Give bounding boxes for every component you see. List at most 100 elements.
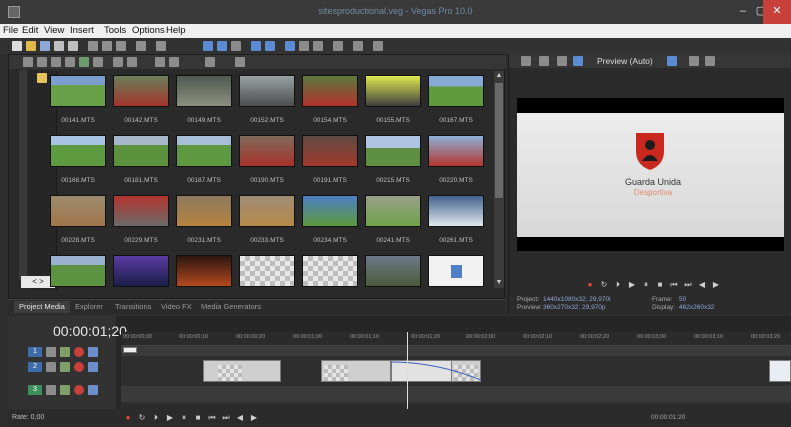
solo-icon[interactable] bbox=[88, 347, 98, 357]
menu-file[interactable]: File bbox=[3, 25, 18, 36]
play-icon[interactable] bbox=[155, 57, 165, 67]
timeline-clip[interactable] bbox=[769, 360, 791, 382]
stop-icon[interactable] bbox=[169, 57, 179, 67]
selection-tool-icon[interactable] bbox=[231, 41, 241, 51]
clip-thumbnail[interactable] bbox=[365, 195, 421, 227]
overlays-icon[interactable] bbox=[667, 56, 677, 66]
help-icon[interactable] bbox=[373, 41, 383, 51]
timeline-clip[interactable] bbox=[123, 347, 137, 353]
paste-icon[interactable] bbox=[116, 41, 126, 51]
clip-thumbnail[interactable] bbox=[239, 135, 295, 167]
record-icon[interactable]: ● bbox=[585, 280, 595, 290]
split-screen-icon[interactable] bbox=[557, 56, 567, 66]
media-sidebar-grip[interactable] bbox=[19, 70, 27, 280]
next-frame-icon[interactable]: ▶ bbox=[249, 413, 259, 423]
get-media-icon[interactable] bbox=[51, 57, 61, 67]
media-properties-icon[interactable] bbox=[93, 57, 103, 67]
fade-envelope[interactable] bbox=[391, 360, 481, 382]
clip-thumbnail[interactable] bbox=[176, 135, 232, 167]
envelope-tool-icon[interactable] bbox=[217, 41, 227, 51]
menu-tools[interactable]: Tools bbox=[104, 25, 126, 36]
clip-thumbnail[interactable] bbox=[113, 135, 169, 167]
pause-icon[interactable]: ⏸ bbox=[179, 413, 189, 423]
clip-thumbnail[interactable] bbox=[176, 195, 232, 227]
go-to-start-icon[interactable]: ⏮ bbox=[207, 413, 217, 423]
normal-edit-tool-icon[interactable] bbox=[203, 41, 213, 51]
new-project-icon[interactable] bbox=[12, 41, 22, 51]
import-media-icon[interactable] bbox=[23, 57, 33, 67]
preview-quality-icon[interactable] bbox=[573, 56, 583, 66]
track-motion-icon[interactable] bbox=[60, 347, 70, 357]
clip-thumbnail[interactable] bbox=[428, 135, 484, 167]
record-icon[interactable]: ● bbox=[123, 413, 133, 423]
undo-icon[interactable] bbox=[136, 41, 146, 51]
open-icon[interactable] bbox=[26, 41, 36, 51]
properties-icon[interactable] bbox=[353, 41, 363, 51]
zoom-tool-icon[interactable] bbox=[251, 41, 261, 51]
clip-thumbnail[interactable] bbox=[365, 75, 421, 107]
video-lane-1[interactable] bbox=[121, 346, 791, 356]
clip-thumbnail[interactable] bbox=[365, 135, 421, 167]
expand-track-icon[interactable] bbox=[46, 362, 56, 372]
clip-thumbnail[interactable] bbox=[50, 75, 106, 107]
play-icon[interactable]: ▶ bbox=[627, 280, 637, 290]
tab-explorer[interactable]: Explorer bbox=[70, 301, 108, 313]
go-to-end-icon[interactable]: ⏭ bbox=[683, 280, 693, 290]
delete-icon[interactable] bbox=[113, 57, 123, 67]
clip-thumbnail[interactable] bbox=[302, 255, 358, 287]
copy-icon[interactable] bbox=[102, 41, 112, 51]
expand-track-icon[interactable] bbox=[46, 385, 56, 395]
mute-icon[interactable] bbox=[74, 347, 84, 357]
scroll-down-icon[interactable]: ▼ bbox=[494, 278, 504, 288]
solo-icon[interactable] bbox=[88, 385, 98, 395]
menu-options[interactable]: Options bbox=[132, 25, 165, 36]
lock-envelopes-icon[interactable] bbox=[299, 41, 309, 51]
next-frame-icon[interactable]: ▶ bbox=[711, 280, 721, 290]
clip-thumbnail[interactable] bbox=[428, 195, 484, 227]
expand-track-icon[interactable] bbox=[46, 347, 56, 357]
clip-thumbnail[interactable] bbox=[50, 255, 106, 287]
play-from-start-icon[interactable]: ⏵ bbox=[151, 413, 161, 423]
pause-icon[interactable]: ⏸ bbox=[641, 280, 651, 290]
previous-frame-icon[interactable]: ◀ bbox=[697, 280, 707, 290]
ignore-grouping-icon[interactable] bbox=[313, 41, 323, 51]
track-header-audio-3[interactable]: 3 bbox=[8, 383, 116, 397]
auto-ripple-icon[interactable] bbox=[285, 41, 295, 51]
clip-thumbnail[interactable] bbox=[50, 195, 106, 227]
clip-thumbnail[interactable] bbox=[239, 195, 295, 227]
external-monitor-icon[interactable] bbox=[539, 56, 549, 66]
crossfade-icon[interactable] bbox=[333, 41, 343, 51]
clip-thumbnail[interactable] bbox=[428, 75, 484, 107]
play-icon[interactable]: ▶ bbox=[165, 413, 175, 423]
track-fx-icon[interactable] bbox=[60, 385, 70, 395]
search-icon[interactable] bbox=[235, 57, 245, 67]
track-header-video-2[interactable]: 2 bbox=[8, 360, 116, 374]
media-fx-icon[interactable] bbox=[79, 57, 89, 67]
tracks-area[interactable] bbox=[121, 346, 791, 412]
preview-properties-icon[interactable] bbox=[521, 56, 531, 66]
clip-thumbnail[interactable] bbox=[50, 135, 106, 167]
loop-icon[interactable]: ↻ bbox=[137, 413, 147, 423]
close-button[interactable]: ✕ bbox=[763, 0, 791, 24]
clip-thumbnail[interactable] bbox=[365, 255, 421, 287]
stop-icon[interactable]: ■ bbox=[655, 280, 665, 290]
solo-icon[interactable] bbox=[88, 362, 98, 372]
scrollbar-thumb[interactable] bbox=[495, 83, 503, 198]
clip-thumbnail[interactable] bbox=[239, 75, 295, 107]
media-scrollbar[interactable]: ▲ ▼ bbox=[494, 71, 504, 288]
clip-thumbnail[interactable] bbox=[113, 255, 169, 287]
save-icon[interactable] bbox=[40, 41, 50, 51]
time-ruler[interactable]: 00:00:00;00 00:00:00;10 00:00:00;20 00:0… bbox=[121, 332, 791, 346]
video-lane-2[interactable] bbox=[121, 358, 791, 384]
auto-preview-icon[interactable] bbox=[127, 57, 137, 67]
clip-thumbnail[interactable] bbox=[239, 255, 295, 287]
previous-frame-icon[interactable]: ◀ bbox=[235, 413, 245, 423]
timeline-clip[interactable] bbox=[203, 360, 281, 382]
folder-icon[interactable] bbox=[37, 73, 47, 83]
copy-snapshot-icon[interactable] bbox=[689, 56, 699, 66]
go-to-start-icon[interactable]: ⏮ bbox=[669, 280, 679, 290]
menu-view[interactable]: View bbox=[44, 25, 64, 36]
go-to-end-icon[interactable]: ⏭ bbox=[221, 413, 231, 423]
remove-media-icon[interactable] bbox=[65, 57, 75, 67]
clip-thumbnail[interactable] bbox=[428, 255, 484, 287]
